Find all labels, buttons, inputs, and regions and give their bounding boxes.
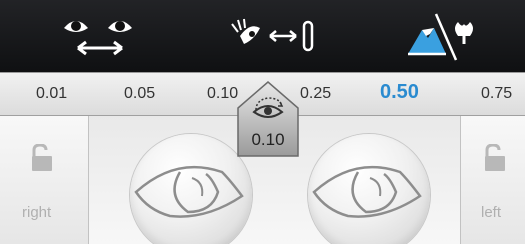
left-label: left [481,204,502,221]
scale-value-0-50[interactable]: 0.50 [380,81,419,104]
right-eye-button[interactable] [130,134,252,244]
vertex-distance-button[interactable] [226,6,336,66]
left-eye-lock-button[interactable]: left [460,116,525,244]
scale-value-0-05[interactable]: 0.05 [124,85,155,103]
right-label: right [22,204,52,221]
marker-value: 0.10 [251,130,285,149]
pupillary-distance-button[interactable] [52,6,152,66]
toolbar [0,0,525,72]
app-root: 0.01 0.05 0.10 0.25 0.50 0.75 right left… [0,0,525,244]
mountain-flower-icon [408,13,473,61]
unlocked-padlock-icon [485,144,505,171]
eye-to-lens-distance-icon [231,18,314,52]
eye-icon [312,165,422,218]
eye-icon [134,165,244,218]
distance-mode-button[interactable] [400,6,490,66]
right-eye-lock-button[interactable]: right [0,116,89,244]
scale-value-0-10[interactable]: 0.10 [207,85,238,103]
scale-marker-handle[interactable]: 0.10 [236,80,300,158]
scale-value-0-25[interactable]: 0.25 [300,85,331,103]
left-eye-button[interactable] [308,134,430,244]
unlocked-padlock-icon [32,144,52,171]
scale-value-0-75[interactable]: 0.75 [481,85,512,103]
scale-value-0-01[interactable]: 0.01 [36,85,67,103]
two-eyes-distance-icon [64,21,132,56]
